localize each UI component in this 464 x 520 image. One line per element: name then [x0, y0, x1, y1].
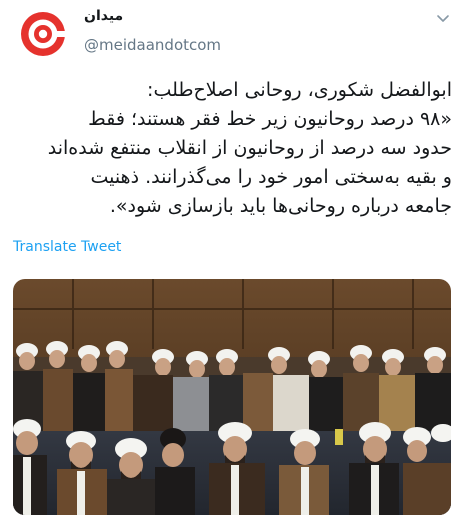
tweet-line: حدود سه درصد از روحانیون از انقلاب منتفع… [47, 137, 452, 159]
account-name[interactable]: میدان [84, 8, 123, 24]
tweet-text: ابوالفضل شکوری، روحانی اصلاح‌طلب: «۹۸ در… [12, 76, 452, 221]
chevron-down-icon[interactable] [434, 10, 452, 28]
clerics-gathering-image [13, 279, 451, 515]
tweet-line: «۹۸ درصد روحانیون زیر خط فقر هستند؛ فقط [88, 108, 452, 130]
tweet-header: میدان @meidaandotcom [0, 0, 464, 70]
translate-tweet-link[interactable]: Translate Tweet [13, 239, 121, 255]
meidaan-logo-icon [21, 12, 67, 56]
tweet-line: و بقیه به‌سختی امور خود را می‌گذرانند. ذ… [90, 166, 452, 188]
tweet-line: ابوالفضل شکوری، روحانی اصلاح‌طلب: [147, 79, 452, 101]
account-handle[interactable]: @meidaandotcom [84, 36, 221, 54]
tweet-photo[interactable] [13, 279, 451, 515]
avatar[interactable] [19, 10, 67, 58]
tweet-line: جامعه درباره روحانی‌ها باید بازسازی شود»… [109, 195, 452, 217]
